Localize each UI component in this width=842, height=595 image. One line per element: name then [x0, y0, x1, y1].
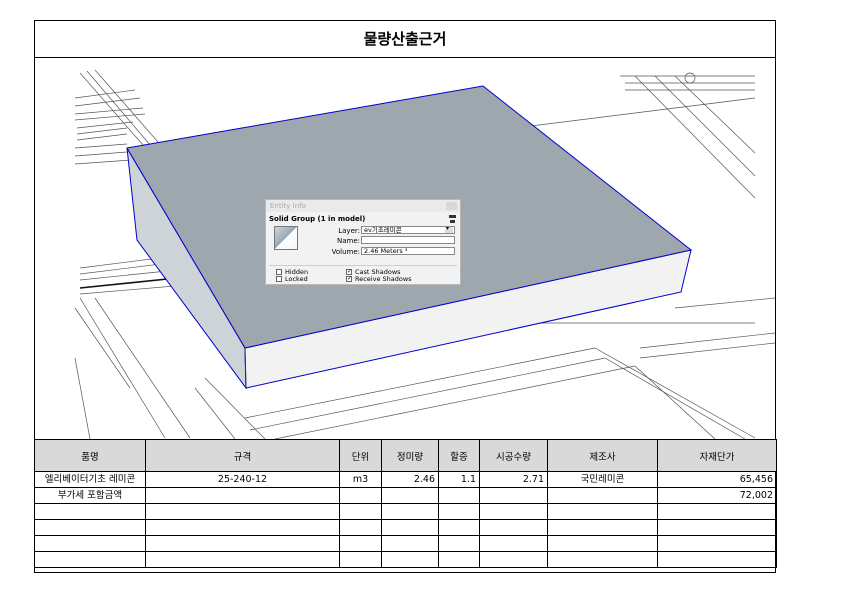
cell-item: 부가세 포함금액 [34, 487, 146, 504]
entity-info-panel[interactable]: Entity Info Solid Group (1 in model) Lay… [265, 199, 461, 285]
layer-label: Layer: [338, 227, 360, 235]
model-viewport[interactable]: Entity Info Solid Group (1 in model) Lay… [35, 58, 775, 439]
entity-info-title: Entity Info [266, 200, 460, 212]
layer-value: ev기초레미콘 [364, 226, 402, 234]
cell-spec [145, 487, 340, 504]
cell-unit-price: 65,456 [657, 471, 777, 488]
col-header-item: 품명 [34, 439, 146, 472]
calculation-sheet: 물량산출근거 Entity Info Solid Group (1 in mod… [34, 20, 777, 573]
divider [269, 265, 457, 266]
cell-net-qty: 2.46 [381, 471, 439, 488]
cell-surcharge [438, 487, 480, 504]
close-icon[interactable] [446, 202, 457, 210]
receive-shadows-checkbox[interactable]: ✓ [346, 276, 352, 282]
col-header-unit: 단위 [339, 439, 382, 472]
name-label: Name: [336, 237, 360, 245]
cell-surcharge: 1.1 [438, 471, 480, 488]
locked-checkbox[interactable] [276, 276, 282, 282]
cell-net-qty [381, 487, 439, 504]
cell-spec: 25-240-12 [145, 471, 340, 488]
table-row [34, 503, 777, 520]
receive-shadows-label: Receive Shadows [355, 275, 412, 283]
material-swatch[interactable] [274, 226, 298, 250]
table-row [34, 535, 777, 552]
page-title: 물량산출근거 [35, 21, 775, 58]
hidden-checkbox[interactable] [276, 269, 282, 275]
name-input[interactable] [361, 236, 455, 244]
col-header-surcharge: 할증 [438, 439, 480, 472]
chevron-down-icon[interactable] [445, 226, 453, 233]
cell-manufacturer: 국민레미콘 [547, 471, 658, 488]
volume-readout: 2.46 Meters ³ [361, 247, 455, 255]
table-row [34, 551, 777, 568]
cell-item: 엘리베이터기초 레미콘 [34, 471, 146, 488]
col-header-manufacturer: 제조사 [547, 439, 658, 472]
layer-select[interactable]: ev기초레미콘 [361, 226, 455, 234]
volume-label: Volume: [331, 248, 360, 256]
col-header-spec: 규격 [145, 439, 340, 472]
cell-unit [339, 487, 382, 504]
cell-unit-price: 72,002 [657, 487, 777, 504]
quantity-table: 품명 규격 단위 정미량 할증 시공수량 제조사 자재단가 엘리베이터기초 레미… [34, 439, 777, 568]
cell-work-qty: 2.71 [479, 471, 548, 488]
pin-icon[interactable] [449, 215, 456, 223]
col-header-net-qty: 정미량 [381, 439, 439, 472]
cell-manufacturer [547, 487, 658, 504]
table-row: 부가세 포함금액 72,002 [34, 487, 777, 504]
solid-group-title: Solid Group (1 in model) [269, 215, 366, 223]
table-header-row: 품명 규격 단위 정미량 할증 시공수량 제조사 자재단가 [34, 439, 777, 472]
cell-work-qty [479, 487, 548, 504]
locked-label: Locked [285, 275, 308, 283]
col-header-unit-price: 자재단가 [657, 439, 777, 472]
table-row: 엘리베이터기초 레미콘 25-240-12 m3 2.46 1.1 2.71 국… [34, 471, 777, 488]
cell-unit: m3 [339, 471, 382, 488]
col-header-work-qty: 시공수량 [479, 439, 548, 472]
table-row [34, 519, 777, 536]
